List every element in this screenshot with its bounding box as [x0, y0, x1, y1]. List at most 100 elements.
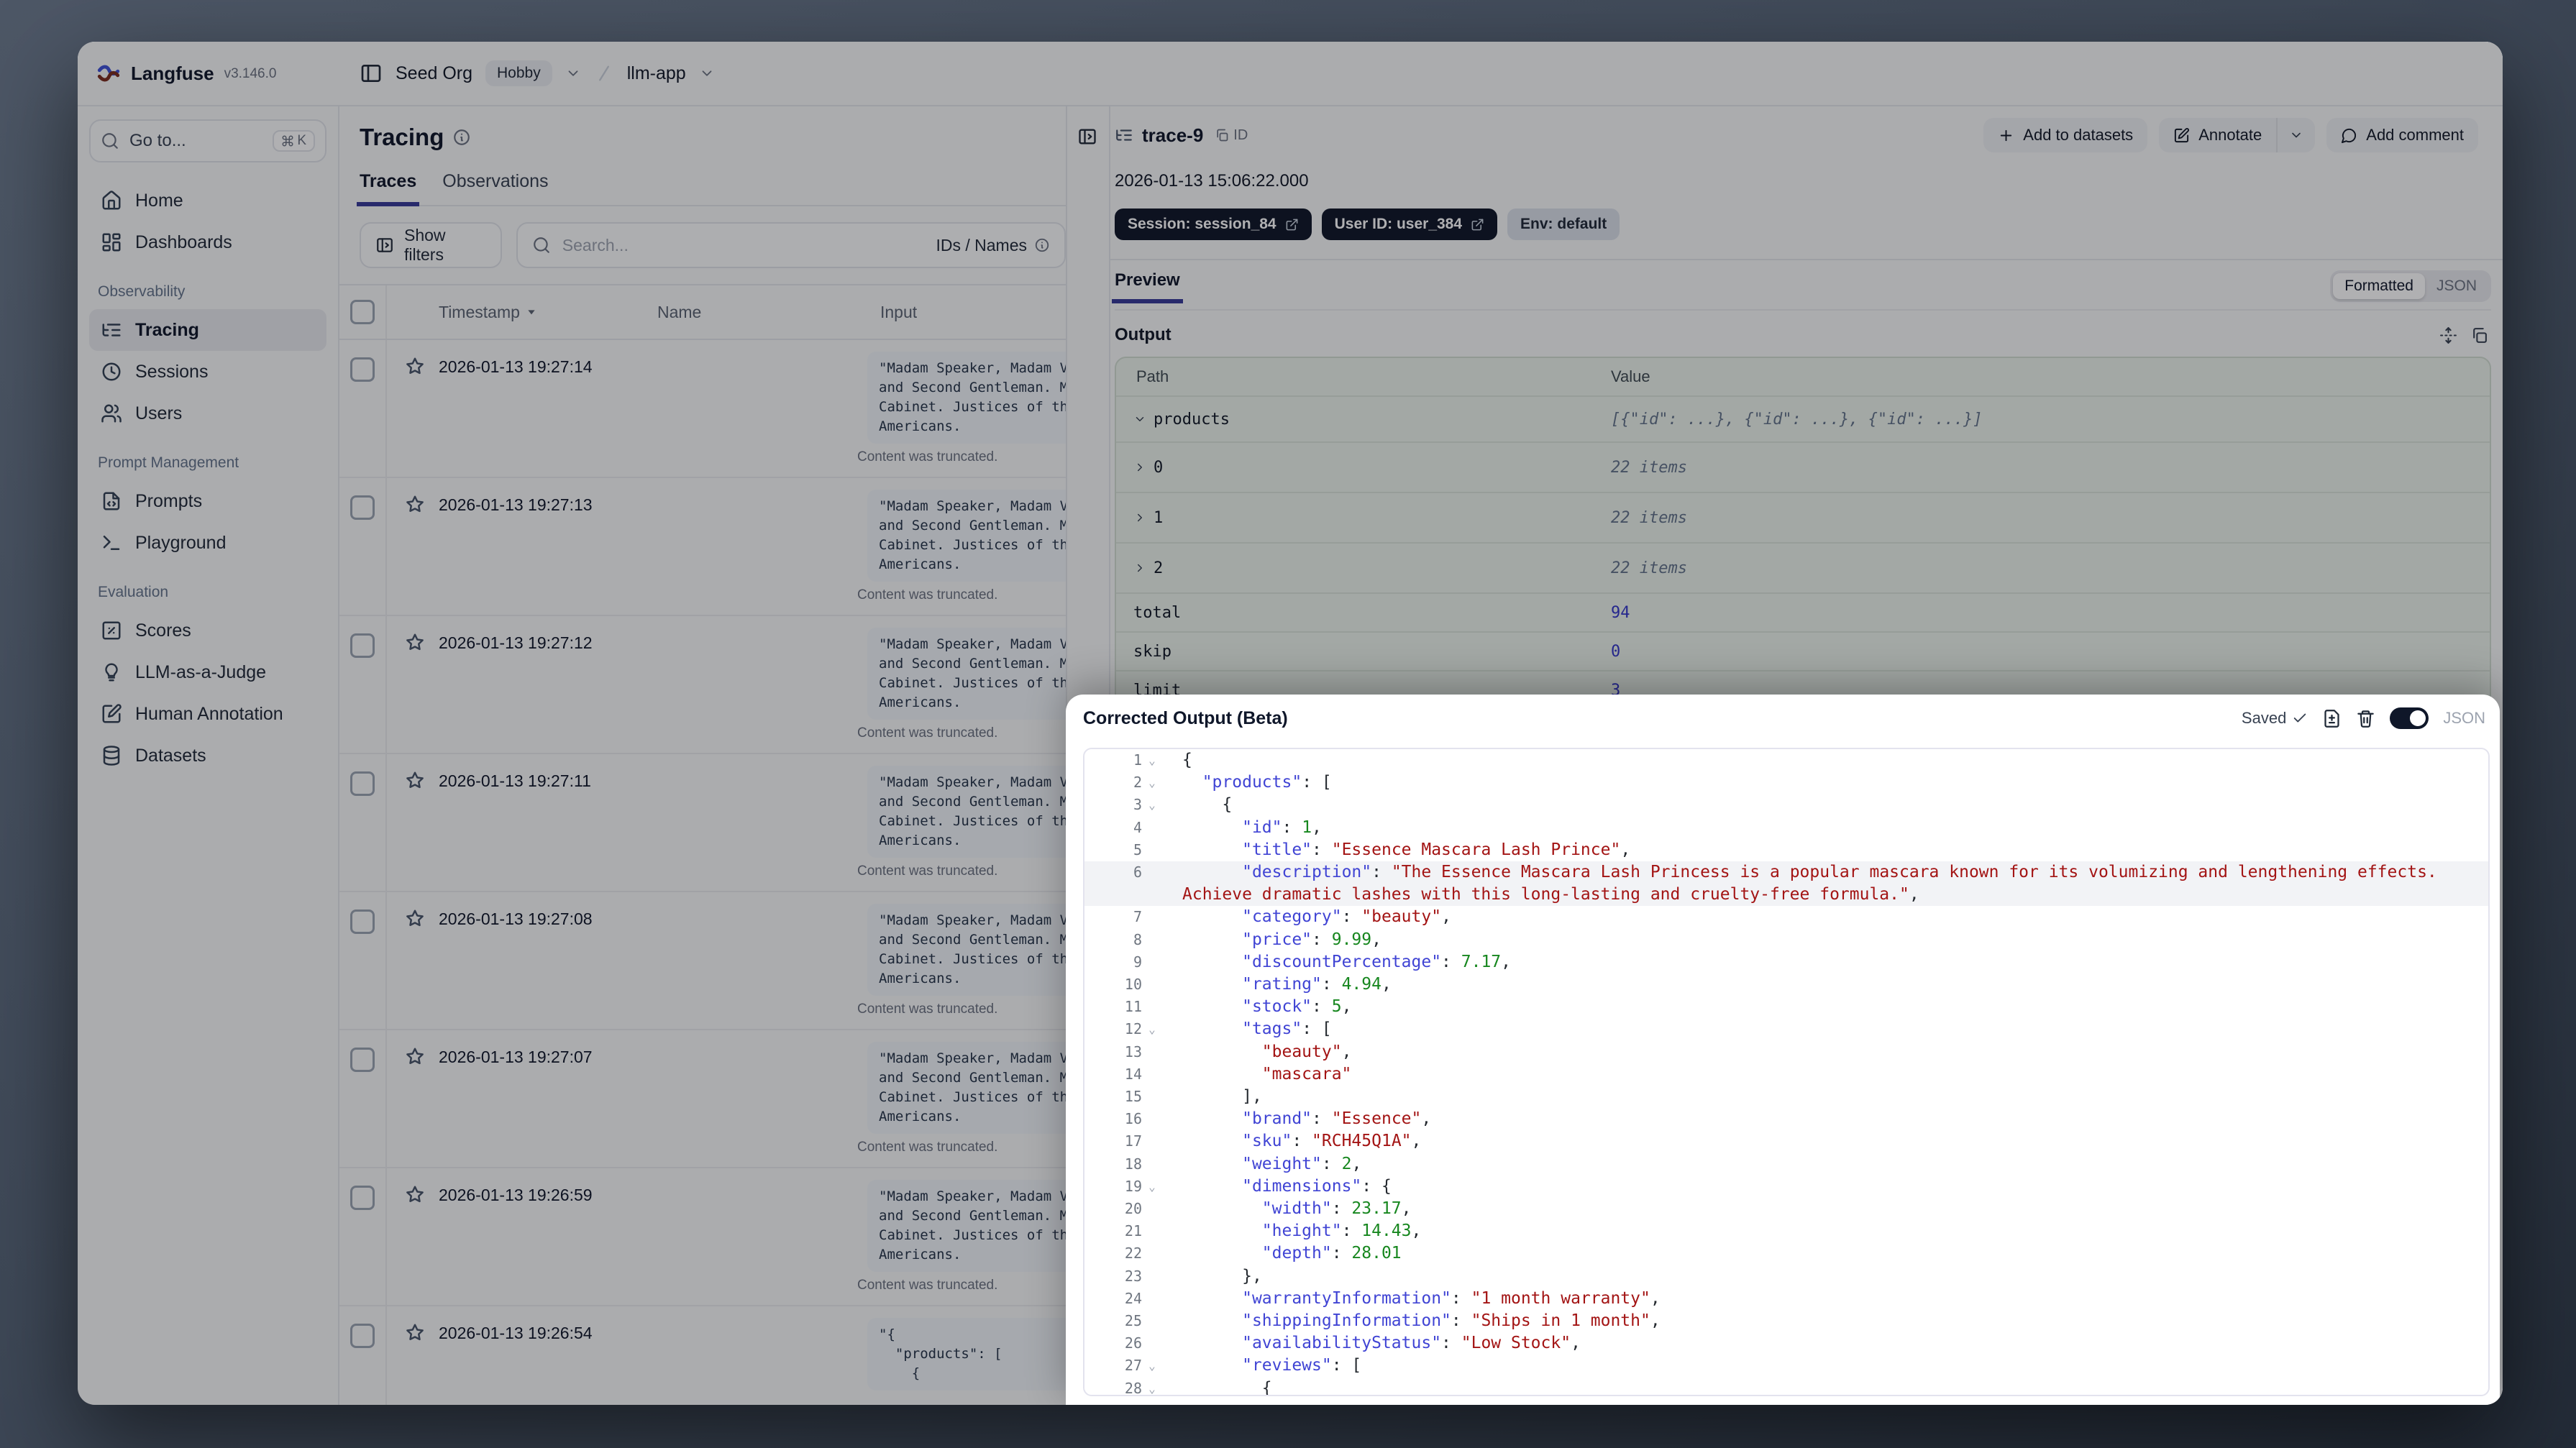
saved-status: Saved: [2242, 709, 2308, 728]
fold-toggle-icon[interactable]: ⌄: [1142, 1018, 1162, 1040]
line-number: 28: [1124, 1379, 1142, 1396]
editor-gutter: 12 ⌄: [1084, 1018, 1165, 1040]
editor-line: 19 ⌄ "dimensions": {: [1084, 1176, 2488, 1198]
editor-line: 28 ⌄ {: [1084, 1378, 2488, 1396]
line-number: 15: [1124, 1088, 1142, 1106]
line-number: 1: [1133, 751, 1142, 769]
editor-code: },: [1182, 1266, 1262, 1286]
editor-gutter: 11: [1084, 996, 1165, 1018]
editor-line: 2 ⌄ "products": [: [1084, 771, 2488, 794]
editor-gutter: 20: [1084, 1198, 1165, 1220]
editor-code: "depth": 28.01: [1261, 1244, 1402, 1263]
editor-code: {: [1182, 795, 1233, 815]
editor-line: 7 "category": "beauty",: [1084, 906, 2488, 928]
editor-code: "description": "The Essence Mascara Lash…: [1182, 863, 2447, 904]
line-number: 24: [1124, 1289, 1142, 1307]
editor-gutter: 5: [1084, 839, 1165, 861]
line-number: 17: [1124, 1132, 1142, 1150]
editor-code: "shippingInformation": "Ships in 1 month…: [1242, 1311, 1661, 1331]
line-number: 25: [1124, 1312, 1142, 1330]
editor-gutter: 6: [1084, 861, 1165, 906]
json-editor[interactable]: 1 ⌄{2 ⌄ "products": [3 ⌄ {4 "id": 1, 5 "titl…: [1083, 748, 2490, 1396]
editor-line: 10 "rating": 4.94,: [1084, 973, 2488, 996]
editor-code: "weight": 2,: [1242, 1154, 1362, 1173]
editor-line: 22 "depth": 28.01: [1084, 1242, 2488, 1265]
line-number: 6: [1133, 863, 1142, 881]
editor-gutter: 21: [1084, 1220, 1165, 1242]
file-diff-icon[interactable]: [2322, 709, 2342, 728]
editor-gutter: 23: [1084, 1265, 1165, 1288]
editor-gutter: 9: [1084, 951, 1165, 973]
editor-gutter: 7: [1084, 906, 1165, 928]
editor-gutter: 17: [1084, 1130, 1165, 1153]
check-icon: [2292, 710, 2308, 726]
line-number: 12: [1124, 1020, 1142, 1038]
line-number: 7: [1133, 908, 1142, 926]
editor-line: 24 "warrantyInformation": "1 month warra…: [1084, 1288, 2488, 1310]
editor-gutter: 18: [1084, 1153, 1165, 1176]
fold-toggle-icon[interactable]: ⌄: [1142, 1176, 1162, 1198]
line-number: 13: [1124, 1043, 1142, 1060]
editor-gutter: 1 ⌄: [1084, 749, 1165, 771]
editor-code: "height": 14.43,: [1261, 1222, 1422, 1241]
editor-line: 13 "beauty",: [1084, 1041, 2488, 1063]
editor-code: "price": 9.99,: [1242, 930, 1381, 949]
fold-toggle-icon[interactable]: ⌄: [1142, 771, 1162, 794]
line-number: 14: [1124, 1065, 1142, 1083]
fold-toggle-icon[interactable]: ⌄: [1142, 794, 1162, 816]
fold-toggle-icon[interactable]: ⌄: [1142, 749, 1162, 771]
editor-gutter: 16: [1084, 1108, 1165, 1130]
editor-code: {: [1182, 1378, 1272, 1396]
editor-line: 18 "weight": 2,: [1084, 1153, 2488, 1176]
editor-line: 16 "brand": "Essence",: [1084, 1108, 2488, 1130]
editor-line: 26 "availabilityStatus": "Low Stock",: [1084, 1332, 2488, 1355]
line-number: 8: [1133, 930, 1142, 948]
fold-toggle-icon[interactable]: ⌄: [1142, 1378, 1162, 1395]
editor-gutter: 2 ⌄: [1084, 771, 1165, 794]
editor-code: {: [1182, 751, 1192, 769]
editor-line: 25 "shippingInformation": "Ships in 1 mo…: [1084, 1310, 2488, 1332]
editor-line: 17 "sku": "RCH45Q1A",: [1084, 1130, 2488, 1153]
trash-icon[interactable]: [2356, 709, 2375, 728]
fold-toggle-icon[interactable]: ⌄: [1142, 1355, 1162, 1377]
editor-line: 8 "price": 9.99,: [1084, 929, 2488, 951]
editor-line: 20 "width": 23.17,: [1084, 1198, 2488, 1220]
line-number: 18: [1124, 1155, 1142, 1173]
editor-code: "rating": 4.94,: [1242, 975, 1392, 994]
line-number: 22: [1124, 1245, 1142, 1263]
json-toggle[interactable]: [2390, 707, 2429, 729]
editor-line: 12 ⌄ "tags": [: [1084, 1018, 2488, 1040]
editor-code: "discountPercentage": 7.17,: [1242, 952, 1511, 971]
corrected-output-title: Corrected Output (Beta): [1083, 707, 1288, 728]
editor-code: "sku": "RCH45Q1A",: [1242, 1132, 1422, 1151]
editor-gutter: 4: [1084, 817, 1165, 839]
editor-gutter: 19 ⌄: [1084, 1176, 1165, 1198]
line-number: 19: [1124, 1177, 1142, 1195]
editor-code: "dimensions": {: [1242, 1176, 1392, 1196]
editor-code: "width": 23.17,: [1261, 1199, 1412, 1219]
line-number: 4: [1133, 818, 1142, 836]
line-number: 16: [1124, 1110, 1142, 1128]
editor-code: "availabilityStatus": "Low Stock",: [1242, 1334, 1581, 1353]
corrected-output-panel: Corrected Output (Beta) Saved JSON 1 ⌄{2 ⌄…: [1066, 695, 2500, 1405]
editor-line: 11 "stock": 5,: [1084, 996, 2488, 1018]
editor-code: "beauty",: [1261, 1042, 1352, 1061]
editor-gutter: 24: [1084, 1288, 1165, 1310]
editor-line: 27 ⌄ "reviews": [: [1084, 1355, 2488, 1377]
